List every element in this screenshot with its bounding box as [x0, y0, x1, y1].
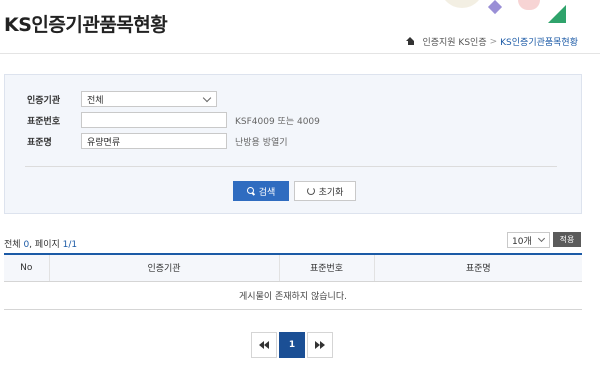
reset-button[interactable]: 초기화: [294, 181, 356, 201]
comma: ,: [29, 240, 33, 250]
decorative-shape: [518, 0, 540, 10]
reset-button-label: 초기화: [318, 187, 344, 198]
standard-name-input[interactable]: 유량면류: [81, 133, 227, 149]
page-button-current[interactable]: 1: [279, 332, 305, 358]
search-row-standard-name: 표준명 유량면류 난방용 방열기: [27, 133, 288, 149]
column-header-standard-no: 표준번호: [278, 254, 374, 282]
home-icon[interactable]: [406, 37, 415, 46]
table-row: 게시물이 존재하지 않습니다.: [4, 281, 582, 310]
search-row-agency: 인증기관 전체: [27, 91, 217, 107]
chevron-down-icon: [202, 93, 212, 102]
apply-button[interactable]: 적용: [553, 232, 581, 247]
per-page-select[interactable]: 10개: [507, 232, 550, 248]
results-table: No 인증기관 표준번호 표준명 게시물이 존재하지 않습니다.: [4, 253, 582, 310]
decorative-diamond: [487, 0, 503, 15]
divider: [0, 53, 600, 54]
page-title: KS인증기관품목현황: [4, 14, 168, 36]
result-count: 전체 0, 페이지 1/1: [4, 237, 77, 250]
breadcrumb: 인증지원 KS인증 > KS인증기관품목현황: [406, 35, 578, 48]
prev-page-button[interactable]: [251, 332, 277, 358]
search-row-standard-no: 표준번호 KSF4009 또는 4009: [27, 112, 320, 128]
agency-select-value: 전체: [87, 95, 104, 106]
decorative-triangle: [548, 5, 566, 23]
agency-select[interactable]: 전체: [81, 91, 217, 107]
standard-name-label: 표준명: [27, 137, 52, 148]
per-page-value: 10개: [512, 236, 532, 247]
next-page-button[interactable]: [307, 332, 333, 358]
standard-no-hint: KSF4009 또는 4009: [235, 116, 320, 127]
total-label: 전체: [4, 240, 21, 250]
divider: [25, 166, 557, 167]
column-header-no: No: [4, 254, 49, 282]
column-header-standard-name: 표준명: [373, 254, 582, 282]
standard-no-input[interactable]: [81, 112, 227, 128]
page-label: 페이지: [34, 240, 60, 250]
pagination: 1: [251, 332, 333, 358]
double-chevron-right-icon: [315, 341, 325, 349]
decorative-shape: [440, 0, 484, 8]
empty-message: 게시물이 존재하지 않습니다.: [4, 281, 582, 310]
page-indicator: 1/1: [62, 240, 78, 250]
agency-label: 인증기관: [27, 95, 61, 106]
chevron-down-icon: [537, 234, 546, 243]
breadcrumb-separator: >: [489, 36, 498, 47]
standard-no-label: 표준번호: [27, 116, 61, 127]
search-form: 인증기관 전체 표준번호 KSF4009 또는 4009 표준명 유량면류 난방…: [4, 74, 582, 214]
breadcrumb-current[interactable]: KS인증기관품목현황: [500, 35, 578, 48]
refresh-icon: [306, 187, 315, 195]
standard-name-hint: 난방용 방열기: [235, 137, 288, 148]
column-header-agency: 인증기관: [48, 254, 279, 282]
table-header-row: No 인증기관 표준번호 표준명: [4, 254, 582, 282]
double-chevron-left-icon: [259, 341, 269, 349]
search-button[interactable]: 검색: [233, 181, 289, 201]
breadcrumb-item[interactable]: 인증지원 KS인증: [422, 35, 486, 48]
search-icon: [246, 187, 255, 195]
search-button-label: 검색: [258, 187, 276, 198]
